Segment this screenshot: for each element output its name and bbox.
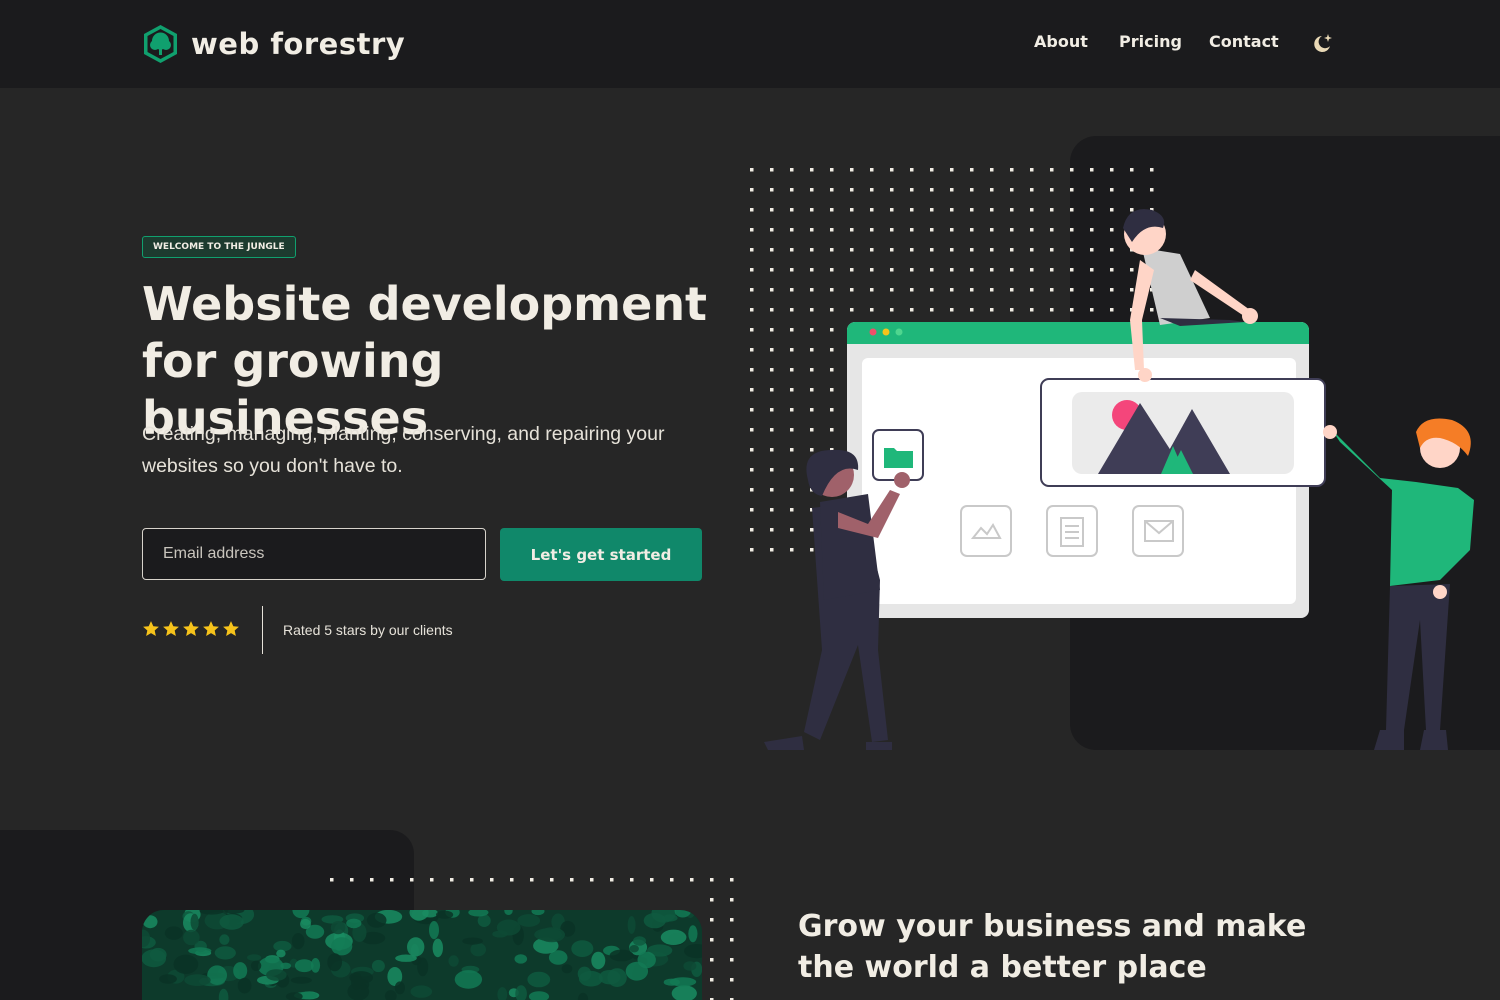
rating-divider <box>262 606 263 654</box>
top-navigation-bar: web forestry About Pricing Contact <box>0 0 1500 88</box>
email-input[interactable] <box>142 528 486 580</box>
section2-title: Grow your business and make the world a … <box>798 909 1307 985</box>
star-icon <box>143 621 159 636</box>
hero-subtitle: Creating, managing, planting, conserving… <box>142 423 665 477</box>
brand-name: web forestry <box>191 27 406 61</box>
welcome-badge: WELCOME TO THE JUNGLE <box>142 236 296 258</box>
hero-illustration <box>750 136 1500 750</box>
star-icon <box>163 621 179 636</box>
star-icon <box>203 621 219 636</box>
foliage-image <box>142 910 702 1000</box>
star-icon <box>223 621 239 636</box>
forest-photo <box>142 910 702 1000</box>
rating-text: Rated 5 stars by our clients <box>283 622 453 638</box>
nav-contact-link[interactable]: Contact <box>1209 32 1279 51</box>
star-icon <box>183 621 199 636</box>
tree-logo-icon <box>144 25 177 63</box>
nav-about-link[interactable]: About <box>1034 32 1088 51</box>
get-started-button[interactable]: Let's get started <box>500 528 702 581</box>
brand-logo[interactable]: web forestry <box>142 24 405 64</box>
moon-stars-icon[interactable] <box>1312 31 1334 55</box>
rating-stars <box>142 620 240 638</box>
nav-pricing-link[interactable]: Pricing <box>1119 32 1182 51</box>
browser-window-illustration <box>847 322 1326 618</box>
